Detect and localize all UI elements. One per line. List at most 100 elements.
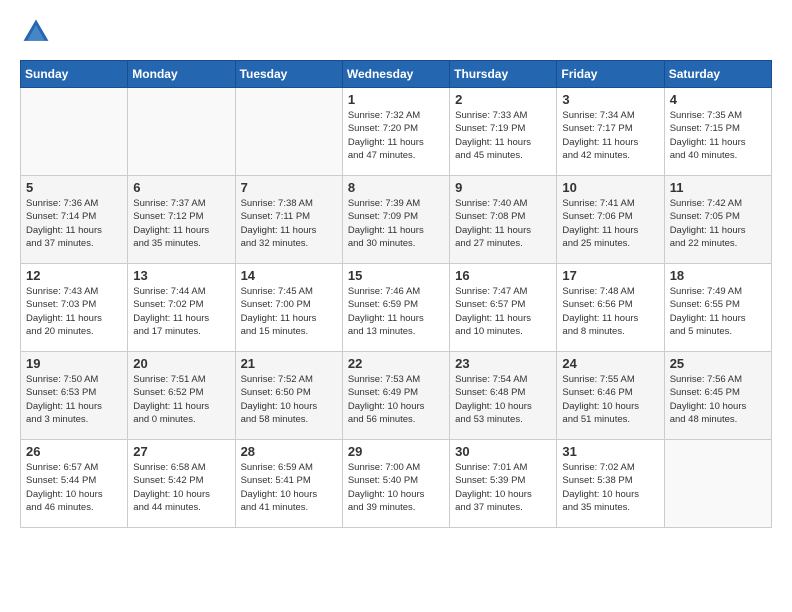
day-cell: 13 Sunrise: 7:44 AM Sunset: 7:02 PM Dayli… [128, 264, 235, 352]
header [20, 16, 772, 48]
day-info: Sunrise: 7:02 AM Sunset: 5:38 PM Dayligh… [562, 461, 658, 514]
day-info: Sunrise: 7:56 AM Sunset: 6:45 PM Dayligh… [670, 373, 766, 426]
day-info: Sunrise: 7:47 AM Sunset: 6:57 PM Dayligh… [455, 285, 551, 338]
day-info: Sunrise: 7:34 AM Sunset: 7:17 PM Dayligh… [562, 109, 658, 162]
day-number: 12 [26, 268, 122, 283]
day-number: 21 [241, 356, 337, 371]
day-cell [235, 88, 342, 176]
day-info: Sunrise: 7:45 AM Sunset: 7:00 PM Dayligh… [241, 285, 337, 338]
day-number: 26 [26, 444, 122, 459]
day-info: Sunrise: 7:50 AM Sunset: 6:53 PM Dayligh… [26, 373, 122, 426]
day-number: 22 [348, 356, 444, 371]
day-cell: 12 Sunrise: 7:43 AM Sunset: 7:03 PM Dayli… [21, 264, 128, 352]
day-cell: 5Sunrise: 7:36 AM Sunset: 7:14 PM Daylig… [21, 176, 128, 264]
day-cell: 9 Sunrise: 7:40 AM Sunset: 7:08 PM Daylig… [450, 176, 557, 264]
day-cell: 20 Sunrise: 7:51 AM Sunset: 6:52 PM Dayli… [128, 352, 235, 440]
day-cell [21, 88, 128, 176]
day-number: 9 [455, 180, 551, 195]
day-number: 11 [670, 180, 766, 195]
day-info: Sunrise: 6:57 AM Sunset: 5:44 PM Dayligh… [26, 461, 122, 514]
day-info: Sunrise: 7:38 AM Sunset: 7:11 PM Dayligh… [241, 197, 337, 250]
day-number: 16 [455, 268, 551, 283]
day-info: Sunrise: 6:59 AM Sunset: 5:41 PM Dayligh… [241, 461, 337, 514]
day-cell: 27Sunrise: 6:58 AM Sunset: 5:42 PM Dayli… [128, 440, 235, 528]
day-cell: 25 Sunrise: 7:56 AM Sunset: 6:45 PM Dayli… [664, 352, 771, 440]
day-cell: 7 Sunrise: 7:38 AM Sunset: 7:11 PM Daylig… [235, 176, 342, 264]
week-row-1: 1 Sunrise: 7:32 AM Sunset: 7:20 PM Daylig… [21, 88, 772, 176]
day-info: Sunrise: 7:55 AM Sunset: 6:46 PM Dayligh… [562, 373, 658, 426]
day-number: 4 [670, 92, 766, 107]
day-info: Sunrise: 7:49 AM Sunset: 6:55 PM Dayligh… [670, 285, 766, 338]
day-number: 25 [670, 356, 766, 371]
day-number: 13 [133, 268, 229, 283]
day-cell: 6 Sunrise: 7:37 AM Sunset: 7:12 PM Daylig… [128, 176, 235, 264]
logo-icon [20, 16, 52, 48]
day-cell: 30 Sunrise: 7:01 AM Sunset: 5:39 PM Dayli… [450, 440, 557, 528]
day-number: 1 [348, 92, 444, 107]
day-info: Sunrise: 7:39 AM Sunset: 7:09 PM Dayligh… [348, 197, 444, 250]
header-cell-thursday: Thursday [450, 61, 557, 88]
day-info: Sunrise: 7:51 AM Sunset: 6:52 PM Dayligh… [133, 373, 229, 426]
day-number: 14 [241, 268, 337, 283]
day-number: 19 [26, 356, 122, 371]
header-cell-monday: Monday [128, 61, 235, 88]
day-number: 28 [241, 444, 337, 459]
week-row-3: 12 Sunrise: 7:43 AM Sunset: 7:03 PM Dayli… [21, 264, 772, 352]
day-number: 3 [562, 92, 658, 107]
header-row: SundayMondayTuesdayWednesdayThursdayFrid… [21, 61, 772, 88]
logo [20, 16, 56, 48]
header-cell-wednesday: Wednesday [342, 61, 449, 88]
day-number: 18 [670, 268, 766, 283]
day-info: Sunrise: 7:44 AM Sunset: 7:02 PM Dayligh… [133, 285, 229, 338]
day-info: Sunrise: 7:53 AM Sunset: 6:49 PM Dayligh… [348, 373, 444, 426]
day-cell: 18 Sunrise: 7:49 AM Sunset: 6:55 PM Dayli… [664, 264, 771, 352]
day-info: Sunrise: 7:42 AM Sunset: 7:05 PM Dayligh… [670, 197, 766, 250]
day-number: 15 [348, 268, 444, 283]
day-info: Sunrise: 7:40 AM Sunset: 7:08 PM Dayligh… [455, 197, 551, 250]
day-info: Sunrise: 7:01 AM Sunset: 5:39 PM Dayligh… [455, 461, 551, 514]
day-cell: 22 Sunrise: 7:53 AM Sunset: 6:49 PM Dayli… [342, 352, 449, 440]
day-info: Sunrise: 7:36 AM Sunset: 7:14 PM Dayligh… [26, 197, 122, 250]
day-cell: 2Sunrise: 7:33 AM Sunset: 7:19 PM Daylig… [450, 88, 557, 176]
day-info: Sunrise: 7:35 AM Sunset: 7:15 PM Dayligh… [670, 109, 766, 162]
day-cell: 3 Sunrise: 7:34 AM Sunset: 7:17 PM Daylig… [557, 88, 664, 176]
page: SundayMondayTuesdayWednesdayThursdayFrid… [0, 0, 792, 548]
header-cell-friday: Friday [557, 61, 664, 88]
week-row-4: 19 Sunrise: 7:50 AM Sunset: 6:53 PM Dayli… [21, 352, 772, 440]
day-info: Sunrise: 6:58 AM Sunset: 5:42 PM Dayligh… [133, 461, 229, 514]
day-info: Sunrise: 7:48 AM Sunset: 6:56 PM Dayligh… [562, 285, 658, 338]
day-cell [128, 88, 235, 176]
day-info: Sunrise: 7:46 AM Sunset: 6:59 PM Dayligh… [348, 285, 444, 338]
day-cell: 14 Sunrise: 7:45 AM Sunset: 7:00 PM Dayli… [235, 264, 342, 352]
day-cell: 24 Sunrise: 7:55 AM Sunset: 6:46 PM Dayli… [557, 352, 664, 440]
day-number: 29 [348, 444, 444, 459]
day-number: 31 [562, 444, 658, 459]
day-info: Sunrise: 7:41 AM Sunset: 7:06 PM Dayligh… [562, 197, 658, 250]
day-info: Sunrise: 7:54 AM Sunset: 6:48 PM Dayligh… [455, 373, 551, 426]
day-cell: 28 Sunrise: 6:59 AM Sunset: 5:41 PM Dayli… [235, 440, 342, 528]
day-number: 6 [133, 180, 229, 195]
day-number: 8 [348, 180, 444, 195]
calendar-body: 1 Sunrise: 7:32 AM Sunset: 7:20 PM Daylig… [21, 88, 772, 528]
calendar-header: SundayMondayTuesdayWednesdayThursdayFrid… [21, 61, 772, 88]
day-cell: 10 Sunrise: 7:41 AM Sunset: 7:06 PM Dayli… [557, 176, 664, 264]
day-cell: 11 Sunrise: 7:42 AM Sunset: 7:05 PM Dayli… [664, 176, 771, 264]
day-info: Sunrise: 7:32 AM Sunset: 7:20 PM Dayligh… [348, 109, 444, 162]
header-cell-tuesday: Tuesday [235, 61, 342, 88]
day-number: 17 [562, 268, 658, 283]
day-number: 20 [133, 356, 229, 371]
day-number: 24 [562, 356, 658, 371]
day-cell: 15 Sunrise: 7:46 AM Sunset: 6:59 PM Dayli… [342, 264, 449, 352]
day-number: 7 [241, 180, 337, 195]
day-cell: 21 Sunrise: 7:52 AM Sunset: 6:50 PM Dayli… [235, 352, 342, 440]
day-cell: 16 Sunrise: 7:47 AM Sunset: 6:57 PM Dayli… [450, 264, 557, 352]
day-cell: 29Sunrise: 7:00 AM Sunset: 5:40 PM Dayli… [342, 440, 449, 528]
day-cell: 17 Sunrise: 7:48 AM Sunset: 6:56 PM Dayli… [557, 264, 664, 352]
day-number: 10 [562, 180, 658, 195]
day-number: 30 [455, 444, 551, 459]
day-info: Sunrise: 7:52 AM Sunset: 6:50 PM Dayligh… [241, 373, 337, 426]
day-cell [664, 440, 771, 528]
day-info: Sunrise: 7:43 AM Sunset: 7:03 PM Dayligh… [26, 285, 122, 338]
week-row-5: 26 Sunrise: 6:57 AM Sunset: 5:44 PM Dayli… [21, 440, 772, 528]
day-info: Sunrise: 7:37 AM Sunset: 7:12 PM Dayligh… [133, 197, 229, 250]
